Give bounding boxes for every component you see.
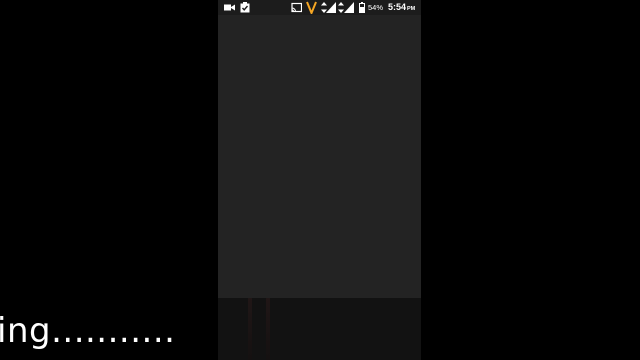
- cast-icon: [291, 2, 302, 13]
- clock: 5:54PM: [388, 1, 415, 16]
- vodafone-v-icon: [306, 1, 317, 14]
- phone-screen: 54% 5:54PM: [218, 0, 421, 360]
- clock-time: 5:54: [388, 2, 407, 12]
- battery-percentage: 54%: [368, 3, 384, 12]
- shadow-streak: [266, 298, 270, 360]
- video-caption: ing...........: [0, 311, 176, 351]
- clock-ampm: PM: [407, 6, 416, 12]
- status-bar: 54% 5:54PM: [218, 0, 421, 15]
- clipboard-check-icon: [240, 2, 250, 13]
- navigation-bar-area: [218, 298, 421, 360]
- app-content-area: [218, 15, 421, 298]
- battery-icon: [359, 2, 365, 13]
- signal-icon: [326, 2, 336, 13]
- signal-icon: [344, 2, 354, 13]
- shadow-streak: [248, 298, 252, 360]
- video-camera-icon: [224, 2, 235, 13]
